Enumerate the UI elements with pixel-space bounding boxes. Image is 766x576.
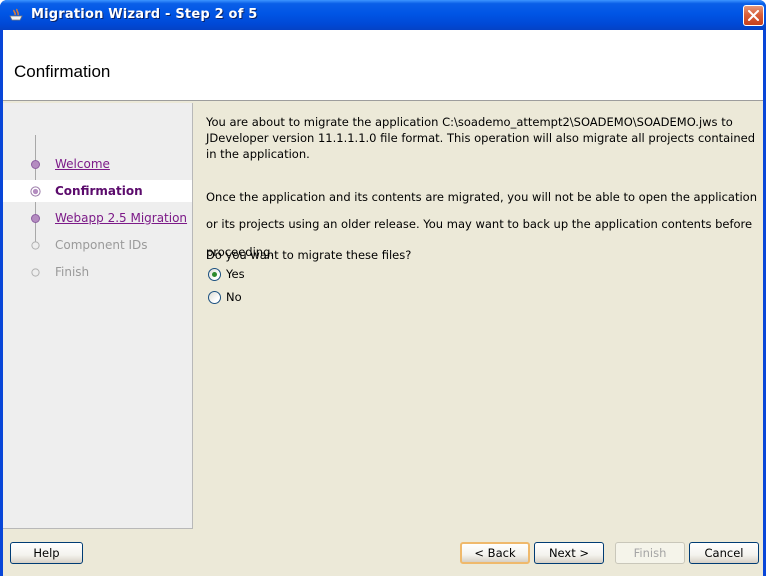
finish-button: Finish <box>615 542 685 564</box>
message-line: Once the application and its contents ar… <box>206 189 757 204</box>
yes-radio-label: Yes <box>226 267 245 281</box>
cancel-button[interactable]: Cancel <box>689 542 759 564</box>
next-button[interactable]: Next > <box>534 542 604 564</box>
wizard-header: Confirmation <box>3 30 763 101</box>
close-icon <box>748 10 759 21</box>
wizard-step-list: Welcome Confirmation Webapp 2.5 Migratio… <box>3 103 193 529</box>
step-label: Welcome <box>55 157 110 171</box>
step-label: Component IDs <box>55 238 148 252</box>
step-pending-icon <box>31 241 40 250</box>
step-finish: Finish <box>3 261 192 283</box>
step-visited-icon <box>31 214 40 223</box>
back-button[interactable]: < Back <box>460 542 530 564</box>
radio-unchecked-icon <box>208 291 221 304</box>
confirmation-message: You are about to migrate the application… <box>206 114 758 162</box>
step-label: Confirmation <box>55 184 143 198</box>
dialog-client-area: Confirmation Welcome Confirmation Webapp… <box>3 30 763 576</box>
step-webapp-migration[interactable]: Webapp 2.5 Migration <box>3 207 192 229</box>
no-radio[interactable]: No <box>206 289 266 307</box>
title-bar[interactable]: Migration Wizard - Step 2 of 5 <box>0 0 766 30</box>
step-label: Webapp 2.5 Migration <box>55 211 188 225</box>
help-button[interactable]: Help <box>10 542 83 564</box>
yes-radio[interactable]: Yes <box>206 266 266 284</box>
close-button[interactable] <box>743 5 764 26</box>
step-current-icon <box>30 186 41 197</box>
radio-checked-icon <box>208 268 221 281</box>
step-component-ids: Component IDs <box>3 234 192 256</box>
message-line: You are about to migrate the application… <box>206 115 733 129</box>
message-line: in the application. <box>206 147 310 161</box>
no-radio-label: No <box>226 290 242 304</box>
page-title: Confirmation <box>14 62 111 81</box>
step-label: Finish <box>55 265 90 279</box>
step-confirmation[interactable]: Confirmation <box>3 180 192 202</box>
step-welcome[interactable]: Welcome <box>3 153 192 175</box>
migration-wizard-window: Migration Wizard - Step 2 of 5 Confirmat… <box>0 0 766 576</box>
step-pending-icon <box>31 268 40 277</box>
message-line: JDeveloper version 11.1.1.1.0 file forma… <box>206 131 756 145</box>
oracle-cup-icon <box>9 8 23 21</box>
migrate-question: Do you want to migrate these files? <box>206 248 412 262</box>
step-visited-icon <box>31 160 40 169</box>
window-title: Migration Wizard - Step 2 of 5 <box>31 7 258 22</box>
message-line: or its projects using an older release. … <box>206 217 753 231</box>
